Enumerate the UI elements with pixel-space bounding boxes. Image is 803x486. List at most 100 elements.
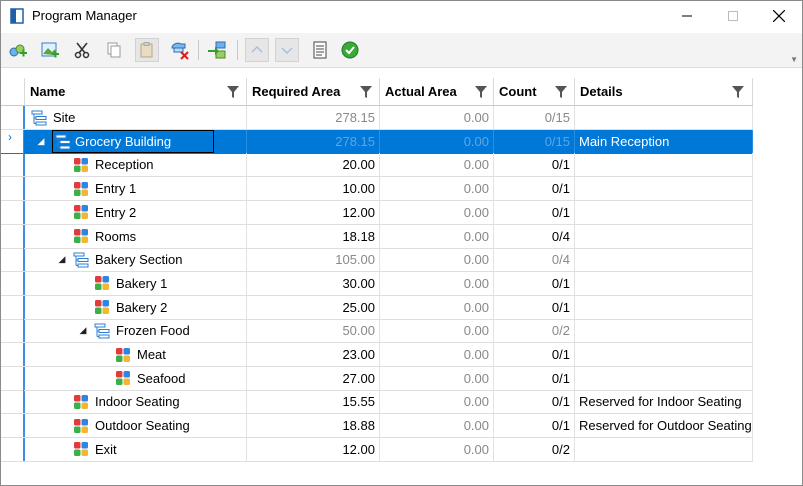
row-header[interactable] bbox=[1, 390, 24, 414]
cell-count[interactable]: 0/2 bbox=[494, 319, 575, 343]
cell-required-area[interactable]: 278.15 bbox=[247, 106, 380, 129]
row-header[interactable] bbox=[1, 106, 24, 129]
cell-details[interactable]: Reserved for Indoor Seating bbox=[575, 390, 753, 414]
cell-details[interactable] bbox=[575, 319, 753, 343]
cell-details[interactable]: Reserved for Outdoor Seating bbox=[575, 414, 753, 438]
cell-actual-area[interactable]: 0.00 bbox=[380, 248, 494, 272]
add-building-button[interactable] bbox=[38, 38, 62, 62]
cell-name[interactable]: Reception bbox=[25, 153, 247, 177]
cell-name[interactable]: ◢ Frozen Food bbox=[25, 319, 247, 343]
cell-name[interactable]: Bakery 2 bbox=[25, 295, 247, 319]
cell-name[interactable]: ◢Site bbox=[25, 106, 247, 129]
row-header[interactable]: › bbox=[1, 129, 24, 153]
cell-actual-area[interactable]: 0.00 bbox=[380, 343, 494, 366]
column-header-name[interactable]: Name bbox=[25, 78, 247, 105]
cell-actual-area[interactable]: 0.00 bbox=[380, 129, 494, 153]
table-row[interactable]: › ◢ Grocery Building 278.15 0.00 0/15 Main Rec… bbox=[1, 129, 753, 154]
cell-required-area[interactable]: 12.00 bbox=[247, 200, 380, 224]
row-header[interactable] bbox=[1, 366, 24, 390]
cell-count[interactable]: 0/1 bbox=[494, 271, 575, 295]
cell-count[interactable]: 0/1 bbox=[494, 390, 575, 414]
column-header-required-area[interactable]: Required Area bbox=[247, 78, 380, 105]
close-button[interactable] bbox=[756, 1, 802, 31]
cell-required-area[interactable]: 20.00 bbox=[247, 153, 380, 177]
cell-required-area[interactable]: 10.00 bbox=[247, 177, 380, 201]
cell-name[interactable]: Outdoor Seating bbox=[25, 414, 247, 438]
cell-name[interactable]: Entry 2 bbox=[25, 200, 247, 224]
column-header-details[interactable]: Details bbox=[575, 78, 753, 105]
cell-name[interactable]: ◢ Bakery Section bbox=[25, 248, 247, 272]
cell-details[interactable] bbox=[575, 177, 753, 201]
row-name-editor[interactable]: Grocery Building bbox=[52, 129, 215, 153]
table-row[interactable]: Bakery 1 30.00 0.00 0/1 bbox=[1, 271, 753, 296]
expand-toggle-icon[interactable]: ◢ bbox=[36, 130, 46, 153]
cell-details[interactable] bbox=[575, 295, 753, 319]
table-row[interactable]: Indoor Seating 15.55 0.00 0/1 Reserved for I… bbox=[1, 390, 753, 415]
move-up-button[interactable] bbox=[245, 38, 269, 62]
cell-count[interactable]: 0/1 bbox=[494, 295, 575, 319]
cell-details[interactable] bbox=[575, 343, 753, 366]
cell-required-area[interactable]: 105.00 bbox=[247, 248, 380, 272]
cell-required-area[interactable]: 23.00 bbox=[247, 343, 380, 366]
cell-details[interactable] bbox=[575, 224, 753, 248]
cell-actual-area[interactable]: 0.00 bbox=[380, 437, 494, 461]
cell-count[interactable]: 0/1 bbox=[494, 177, 575, 201]
validate-button[interactable] bbox=[338, 38, 362, 62]
cell-actual-area[interactable]: 0.00 bbox=[380, 271, 494, 295]
cell-actual-area[interactable]: 0.00 bbox=[380, 295, 494, 319]
cell-name[interactable]: Seafood bbox=[25, 366, 247, 390]
cell-name[interactable]: Indoor Seating bbox=[25, 390, 247, 414]
cell-required-area[interactable]: 18.88 bbox=[247, 414, 380, 438]
cell-required-area[interactable]: 30.00 bbox=[247, 271, 380, 295]
table-row[interactable]: ◢Site278.150.000/15 bbox=[1, 106, 753, 130]
table-row[interactable]: ◢ Frozen Food 50.00 0.00 0/2 bbox=[1, 319, 753, 344]
copy-button[interactable] bbox=[102, 38, 126, 62]
add-site-button[interactable] bbox=[6, 38, 30, 62]
paste-button[interactable] bbox=[135, 38, 159, 62]
filter-icon[interactable] bbox=[475, 86, 487, 98]
filter-icon[interactable] bbox=[732, 86, 744, 98]
cell-name[interactable]: Entry 1 bbox=[25, 177, 247, 201]
column-header-count[interactable]: Count bbox=[494, 78, 575, 105]
filter-icon[interactable] bbox=[227, 86, 239, 98]
cell-details[interactable] bbox=[575, 437, 753, 461]
row-header[interactable] bbox=[1, 343, 24, 366]
table-row[interactable]: Entry 1 10.00 0.00 0/1 bbox=[1, 177, 753, 202]
row-header[interactable] bbox=[1, 248, 24, 272]
cell-required-area[interactable]: 15.55 bbox=[247, 390, 380, 414]
cell-count[interactable]: 0/4 bbox=[494, 224, 575, 248]
cell-required-area[interactable]: 278.15 bbox=[247, 129, 380, 153]
row-header[interactable] bbox=[1, 319, 24, 343]
cell-count[interactable]: 0/15 bbox=[494, 106, 575, 129]
row-header[interactable] bbox=[1, 224, 24, 248]
cell-actual-area[interactable]: 0.00 bbox=[380, 153, 494, 177]
cell-details[interactable] bbox=[575, 106, 753, 129]
table-row[interactable]: Outdoor Seating 18.88 0.00 0/1 Reserved for … bbox=[1, 414, 753, 439]
cell-actual-area[interactable]: 0.00 bbox=[380, 200, 494, 224]
cell-actual-area[interactable]: 0.00 bbox=[380, 319, 494, 343]
table-row[interactable]: Rooms 18.18 0.00 0/4 bbox=[1, 224, 753, 249]
expand-toggle-icon[interactable]: ◢ bbox=[78, 319, 88, 342]
cell-name[interactable]: Meat bbox=[25, 343, 247, 366]
cell-name[interactable]: ◢ Grocery Building bbox=[25, 129, 247, 153]
column-header-actual-area[interactable]: Actual Area bbox=[380, 78, 494, 105]
table-row[interactable]: Seafood 27.00 0.00 0/1 bbox=[1, 366, 753, 391]
cell-count[interactable]: 0/1 bbox=[494, 153, 575, 177]
cell-count[interactable]: 0/1 bbox=[494, 414, 575, 438]
cell-details[interactable] bbox=[575, 366, 753, 390]
table-row[interactable]: Meat 23.00 0.00 0/1 bbox=[1, 343, 753, 367]
cell-name[interactable]: Bakery 1 bbox=[25, 271, 247, 295]
cell-details[interactable] bbox=[575, 248, 753, 272]
row-header[interactable] bbox=[1, 200, 24, 224]
table-row[interactable]: ◢ Bakery Section 105.00 0.00 0/4 bbox=[1, 248, 753, 273]
cell-required-area[interactable]: 25.00 bbox=[247, 295, 380, 319]
cell-required-area[interactable]: 18.18 bbox=[247, 224, 380, 248]
move-down-button[interactable] bbox=[275, 38, 299, 62]
expand-toggle-icon[interactable]: ◢ bbox=[57, 248, 67, 271]
toolbar-overflow-icon[interactable]: ▼ bbox=[790, 55, 798, 64]
filter-icon[interactable] bbox=[360, 86, 372, 98]
maximize-button[interactable] bbox=[710, 1, 756, 31]
cell-required-area[interactable]: 12.00 bbox=[247, 437, 380, 461]
cell-details[interactable]: Main Reception bbox=[575, 129, 753, 153]
cell-count[interactable]: 0/1 bbox=[494, 200, 575, 224]
